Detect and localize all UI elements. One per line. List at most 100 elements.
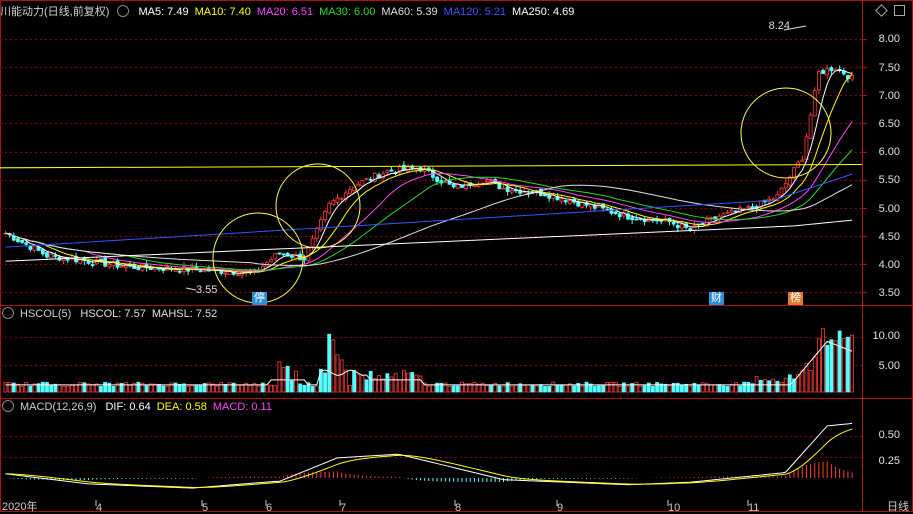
candle-body bbox=[368, 178, 373, 181]
hscol-bar bbox=[389, 376, 394, 393]
macd-tick: 0.50 bbox=[878, 429, 900, 441]
hscol-bar bbox=[829, 339, 834, 393]
price-tick: 7.00 bbox=[878, 90, 900, 102]
candle-body bbox=[99, 258, 103, 261]
hscol-bar bbox=[186, 385, 191, 393]
candle-body bbox=[177, 270, 182, 273]
hscol-bar bbox=[53, 383, 58, 393]
stock-chart[interactable] bbox=[0, 0, 913, 512]
hscol-bar bbox=[169, 382, 174, 393]
hscol-bar bbox=[385, 373, 390, 393]
candle-body bbox=[306, 247, 311, 262]
hscol-bar bbox=[563, 384, 568, 393]
hscol-bar bbox=[738, 385, 742, 393]
candle-body bbox=[78, 259, 83, 264]
candle-body bbox=[501, 187, 506, 190]
hscol-bar bbox=[28, 385, 33, 393]
candle-body bbox=[198, 270, 203, 273]
hscol-bar bbox=[605, 381, 610, 393]
candle-body bbox=[223, 272, 228, 275]
hscol-bar bbox=[265, 384, 269, 393]
hscol-bar bbox=[406, 372, 410, 393]
hscol-bar bbox=[634, 381, 639, 393]
hscol-bar bbox=[725, 386, 730, 393]
candle-body bbox=[613, 211, 618, 215]
finance-badge[interactable]: 财 bbox=[709, 292, 724, 305]
candle-body bbox=[119, 265, 124, 268]
hscol-bar bbox=[144, 385, 149, 393]
ranking-badge[interactable]: 榜 bbox=[788, 292, 803, 305]
hscol-bar bbox=[655, 382, 659, 393]
ma20-line bbox=[5, 121, 853, 272]
hscol-bar bbox=[746, 382, 751, 393]
hscol-bar bbox=[833, 340, 838, 393]
hscol-tick: 5.00 bbox=[878, 360, 900, 372]
candle-body bbox=[451, 183, 456, 188]
hscol-bar bbox=[713, 384, 718, 393]
hscol-bar bbox=[638, 386, 643, 393]
candle-body bbox=[339, 197, 344, 200]
hscol-bar bbox=[161, 385, 166, 393]
candle-body bbox=[314, 228, 319, 239]
candle-body bbox=[107, 263, 112, 267]
hscol-bar bbox=[49, 385, 54, 393]
hscol-bar bbox=[103, 381, 107, 393]
suspend-badge[interactable]: 停 bbox=[252, 292, 267, 305]
time-tick: 4 bbox=[96, 502, 103, 514]
hscol-bar bbox=[754, 376, 759, 393]
price-tick: 5.00 bbox=[878, 203, 900, 215]
hscol-bar bbox=[223, 384, 228, 393]
hscol-bar bbox=[775, 380, 780, 393]
hscol-bar bbox=[24, 382, 29, 393]
candle-body bbox=[821, 69, 825, 75]
hscol-bar bbox=[841, 337, 846, 393]
hscol-bar bbox=[663, 383, 668, 393]
candle-body bbox=[45, 252, 49, 258]
hscol-bar bbox=[551, 381, 556, 393]
candle-body bbox=[281, 253, 286, 256]
hscol-bar bbox=[206, 382, 211, 393]
hscol-bar bbox=[335, 354, 340, 393]
hscol-bar bbox=[323, 372, 327, 393]
hscol-bar bbox=[431, 384, 435, 393]
hscol-bar bbox=[381, 378, 386, 393]
hscol-bar bbox=[331, 339, 336, 393]
hscol-bar bbox=[74, 384, 78, 393]
candle-body bbox=[783, 182, 788, 189]
high-price-label: 8.24 bbox=[768, 20, 790, 32]
hscol-bar bbox=[821, 328, 825, 393]
candle-body bbox=[273, 253, 278, 260]
candle-body bbox=[40, 249, 45, 255]
candle-body bbox=[630, 217, 635, 221]
hscol-bar bbox=[99, 385, 103, 393]
macd-tick: 0.25 bbox=[878, 455, 900, 467]
hscol-bar bbox=[443, 382, 448, 393]
candle-body bbox=[779, 187, 784, 196]
hscol-bar bbox=[530, 385, 535, 393]
hscol-bar bbox=[111, 386, 116, 393]
hscol-bar bbox=[70, 385, 74, 393]
highlight-circle bbox=[212, 212, 304, 304]
candle-body bbox=[435, 176, 440, 182]
hscol-bar bbox=[505, 382, 510, 393]
candle-body bbox=[385, 170, 390, 173]
hscol-bar bbox=[547, 385, 552, 393]
candle-body bbox=[812, 90, 817, 117]
candle-body bbox=[24, 242, 29, 245]
hscol-bar bbox=[767, 380, 771, 393]
hscol-bar bbox=[289, 380, 294, 393]
candle-body bbox=[123, 265, 128, 268]
hscol-bar bbox=[215, 385, 220, 393]
hscol-bar bbox=[534, 385, 539, 393]
candle-body bbox=[364, 177, 369, 180]
hscol-bar bbox=[372, 378, 377, 393]
resistance-line bbox=[0, 163, 863, 169]
candle-body bbox=[617, 213, 622, 218]
candle-body bbox=[356, 183, 361, 187]
hscol-bar bbox=[356, 374, 361, 393]
hscol-bar bbox=[514, 384, 518, 393]
hscol-bar bbox=[314, 385, 319, 393]
hscol-bar bbox=[501, 385, 506, 393]
candle-body bbox=[792, 167, 796, 179]
candle-body bbox=[49, 253, 54, 259]
